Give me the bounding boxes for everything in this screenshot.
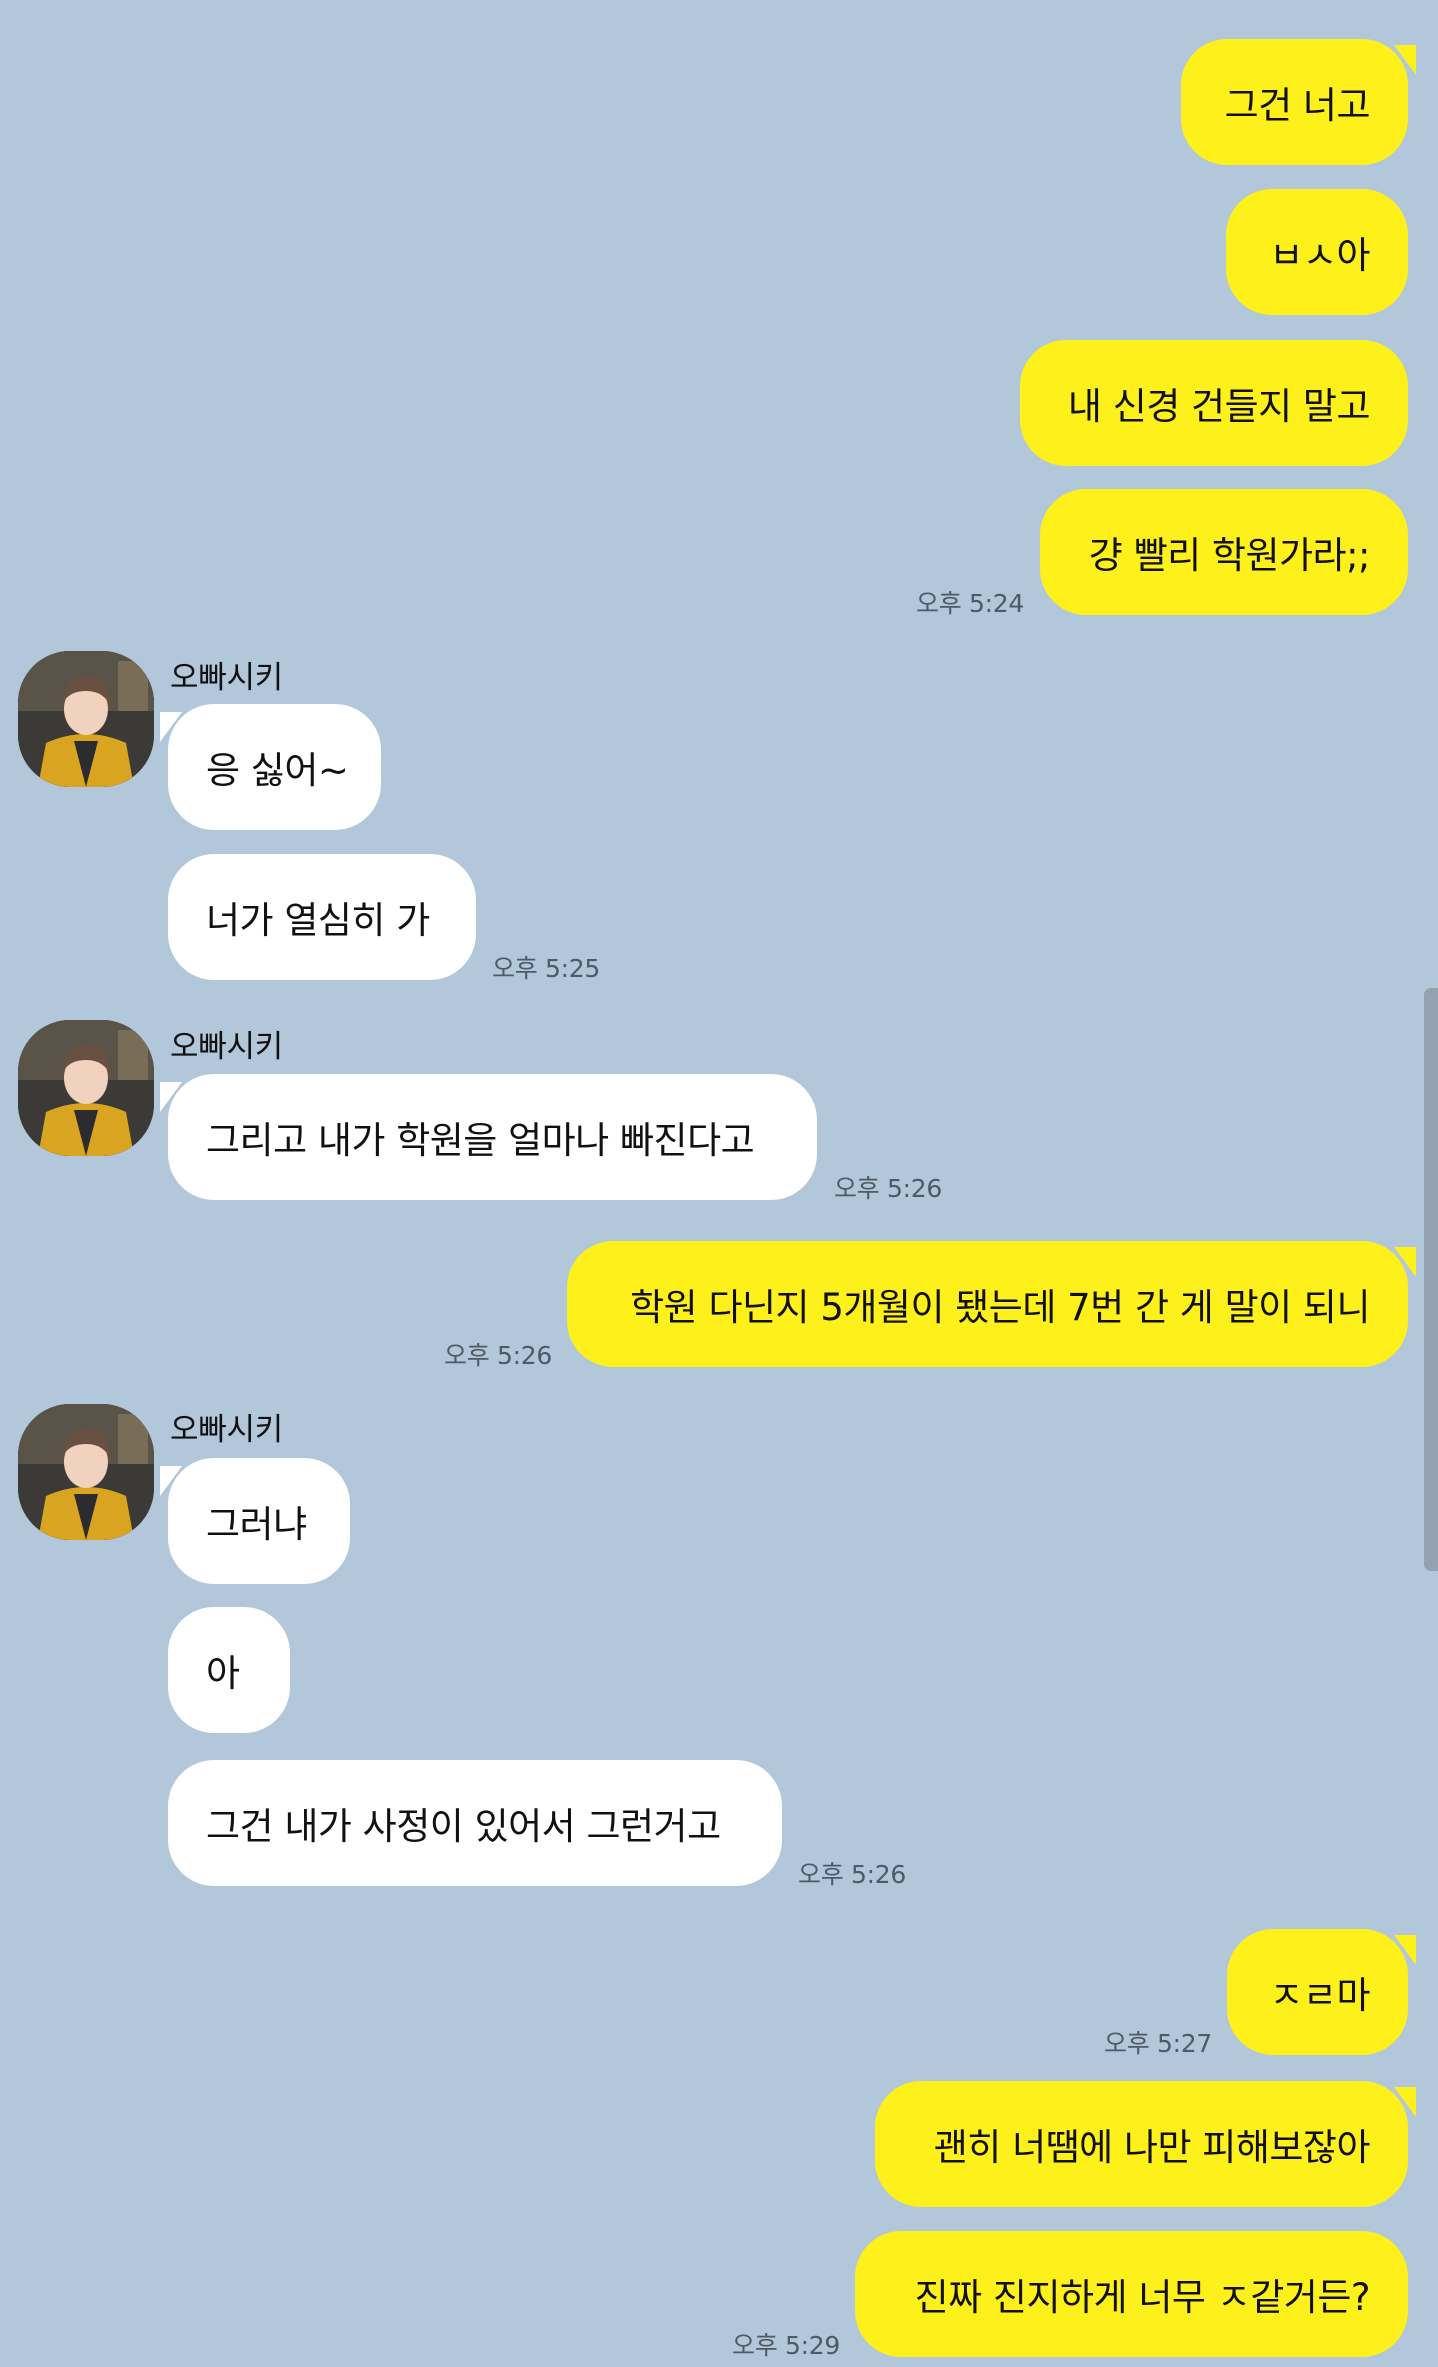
chat-area[interactable]: 그건 너고 ㅂㅅ아 내 신경 건들지 말고 걍 빨리 학원가라;; 오후 5:2… [0, 0, 1438, 2367]
message-text: 걍 빨리 학원가라;; [1088, 534, 1371, 577]
contact-name: 오빠시키 [170, 1412, 283, 1448]
message-text: 내 신경 건들지 말고 [1067, 385, 1371, 428]
message-bubble-sent[interactable]: 학원 다닌지 5개월이 됐는데 7번 간 게 말이 되니 [567, 1241, 1408, 1367]
contact-avatar[interactable] [18, 1020, 154, 1156]
message-bubble-sent[interactable]: 내 신경 건들지 말고 [1020, 340, 1408, 466]
message-time: 오후 5:26 [834, 1174, 942, 1203]
message-text: 진짜 진지하게 너무 ㅈ같거든? [914, 2276, 1371, 2319]
message-text: 괜히 너땜에 나만 피해보잖아 [933, 2126, 1371, 2169]
message-bubble-received[interactable]: 그러냐 [168, 1458, 350, 1584]
contact-name: 오빠시키 [170, 1029, 283, 1065]
message-text: 그리고 내가 학원을 얼마나 빠진다고 [206, 1119, 755, 1162]
contact-avatar[interactable] [18, 651, 154, 787]
message-text: ㅈㄹ마 [1269, 1974, 1370, 2017]
message-time: 오후 5:26 [444, 1341, 552, 1370]
message-time: 오후 5:26 [798, 1860, 906, 1889]
message-text: ㅂㅅ아 [1269, 234, 1370, 277]
bubble-tail [160, 1466, 182, 1496]
contact-avatar[interactable] [18, 1404, 154, 1540]
message-text: 너가 열심히 가 [206, 899, 430, 942]
bubble-tail [1394, 45, 1416, 75]
message-bubble-received[interactable]: 아 [168, 1607, 290, 1733]
bubble-tail [160, 1082, 182, 1112]
message-bubble-received[interactable]: 그리고 내가 학원을 얼마나 빠진다고 [168, 1074, 817, 1200]
bubble-tail [1394, 1935, 1416, 1965]
message-bubble-sent[interactable]: 괜히 너땜에 나만 피해보잖아 [875, 2081, 1408, 2207]
avatar-image [18, 651, 154, 787]
message-bubble-sent[interactable]: ㅂㅅ아 [1226, 189, 1408, 315]
message-time: 오후 5:29 [732, 2331, 840, 2360]
message-bubble-received[interactable]: 그건 내가 사정이 있어서 그런거고 [168, 1760, 782, 1886]
message-bubble-sent[interactable]: ㅈㄹ마 [1227, 1929, 1408, 2055]
bubble-tail [1394, 1247, 1416, 1277]
message-bubble-received[interactable]: 응 싫어~ [168, 704, 381, 830]
message-time: 오후 5:27 [1104, 2029, 1212, 2058]
bubble-tail [1394, 2087, 1416, 2117]
scrollbar-thumb[interactable] [1424, 988, 1438, 1571]
message-text: 응 싫어~ [206, 749, 349, 792]
message-bubble-sent[interactable]: 그건 너고 [1181, 39, 1408, 165]
message-bubble-sent[interactable]: 걍 빨리 학원가라;; [1040, 489, 1408, 615]
message-bubble-sent[interactable]: 진짜 진지하게 너무 ㅈ같거든? [855, 2231, 1408, 2357]
contact-name: 오빠시키 [170, 660, 283, 696]
bubble-tail [160, 712, 182, 742]
message-text: 그건 너고 [1224, 84, 1371, 127]
message-bubble-received[interactable]: 너가 열심히 가 [168, 854, 476, 980]
message-text: 그러냐 [206, 1503, 307, 1546]
message-text: 아 [206, 1652, 240, 1695]
message-text: 그건 내가 사정이 있어서 그런거고 [206, 1805, 721, 1848]
message-text: 학원 다닌지 5개월이 됐는데 7번 간 게 말이 되니 [630, 1286, 1370, 1329]
message-time: 오후 5:25 [492, 954, 600, 983]
avatar-image [18, 1020, 154, 1156]
message-time: 오후 5:24 [916, 589, 1024, 618]
avatar-image [18, 1404, 154, 1540]
